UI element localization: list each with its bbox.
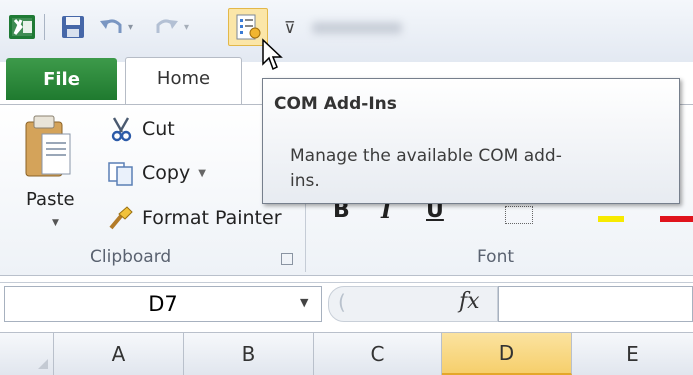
- formula-input[interactable]: [498, 286, 693, 322]
- qat-separator: [44, 14, 45, 40]
- quick-access-toolbar: ▾ ▾ ⊽: [0, 0, 693, 62]
- name-box-dropdown-icon[interactable]: ▼: [300, 296, 308, 309]
- select-all-corner[interactable]: [0, 333, 54, 375]
- copy-label: Copy: [142, 162, 191, 184]
- copy-button[interactable]: Copy ▼: [106, 160, 206, 186]
- paintbrush-icon: [106, 205, 136, 231]
- redo-dropdown-icon[interactable]: ▾: [184, 12, 189, 42]
- column-header-c[interactable]: C: [314, 333, 442, 375]
- tab-home[interactable]: Home: [125, 57, 242, 107]
- tooltip-title: COM Add-Ins: [274, 94, 397, 114]
- paste-icon: [25, 115, 71, 177]
- tooltip: COM Add-Ins Manage the available COM add…: [262, 78, 680, 204]
- expand-handle-icon[interactable]: (: [338, 290, 346, 314]
- cut-label: Cut: [142, 118, 175, 140]
- copy-dropdown-icon[interactable]: ▼: [198, 168, 206, 179]
- column-header-a[interactable]: A: [54, 333, 184, 375]
- tooltip-description: Manage the available COM add-ins.: [290, 146, 562, 191]
- fill-color-icon[interactable]: [598, 216, 624, 222]
- paste-label: Paste: [26, 189, 75, 210]
- font-group-label: Font: [477, 247, 515, 267]
- borders-icon[interactable]: [505, 206, 533, 224]
- column-header-e[interactable]: E: [572, 333, 693, 375]
- paste-dropdown-icon[interactable]: ▼: [52, 218, 59, 228]
- window-title: [312, 22, 402, 34]
- com-add-ins-icon: [236, 14, 261, 40]
- undo-icon[interactable]: [98, 12, 126, 42]
- scissors-icon: [106, 116, 136, 142]
- tab-file[interactable]: File: [6, 58, 117, 100]
- mouse-cursor-icon: [261, 38, 283, 76]
- format-painter-label: Format Painter: [142, 207, 282, 229]
- insert-function-icon[interactable]: fx: [459, 289, 480, 314]
- format-painter-button[interactable]: Format Painter: [106, 205, 282, 231]
- qat-separator: [210, 12, 211, 42]
- cut-button[interactable]: Cut: [106, 116, 175, 142]
- clipboard-dialog-launcher-icon[interactable]: [281, 253, 293, 265]
- column-header-b[interactable]: B: [184, 333, 314, 375]
- undo-dropdown-icon[interactable]: ▾: [128, 12, 133, 42]
- copy-icon: [106, 160, 136, 186]
- redo-icon[interactable]: [152, 12, 180, 42]
- save-icon[interactable]: [60, 12, 86, 42]
- font-color-icon[interactable]: [660, 216, 693, 222]
- name-box[interactable]: D7: [4, 286, 322, 322]
- excel-logo-icon: [8, 12, 36, 42]
- clipboard-group-label: Clipboard: [90, 247, 172, 267]
- customize-qat-icon[interactable]: ⊽: [284, 12, 296, 42]
- column-header-d[interactable]: D: [442, 333, 572, 375]
